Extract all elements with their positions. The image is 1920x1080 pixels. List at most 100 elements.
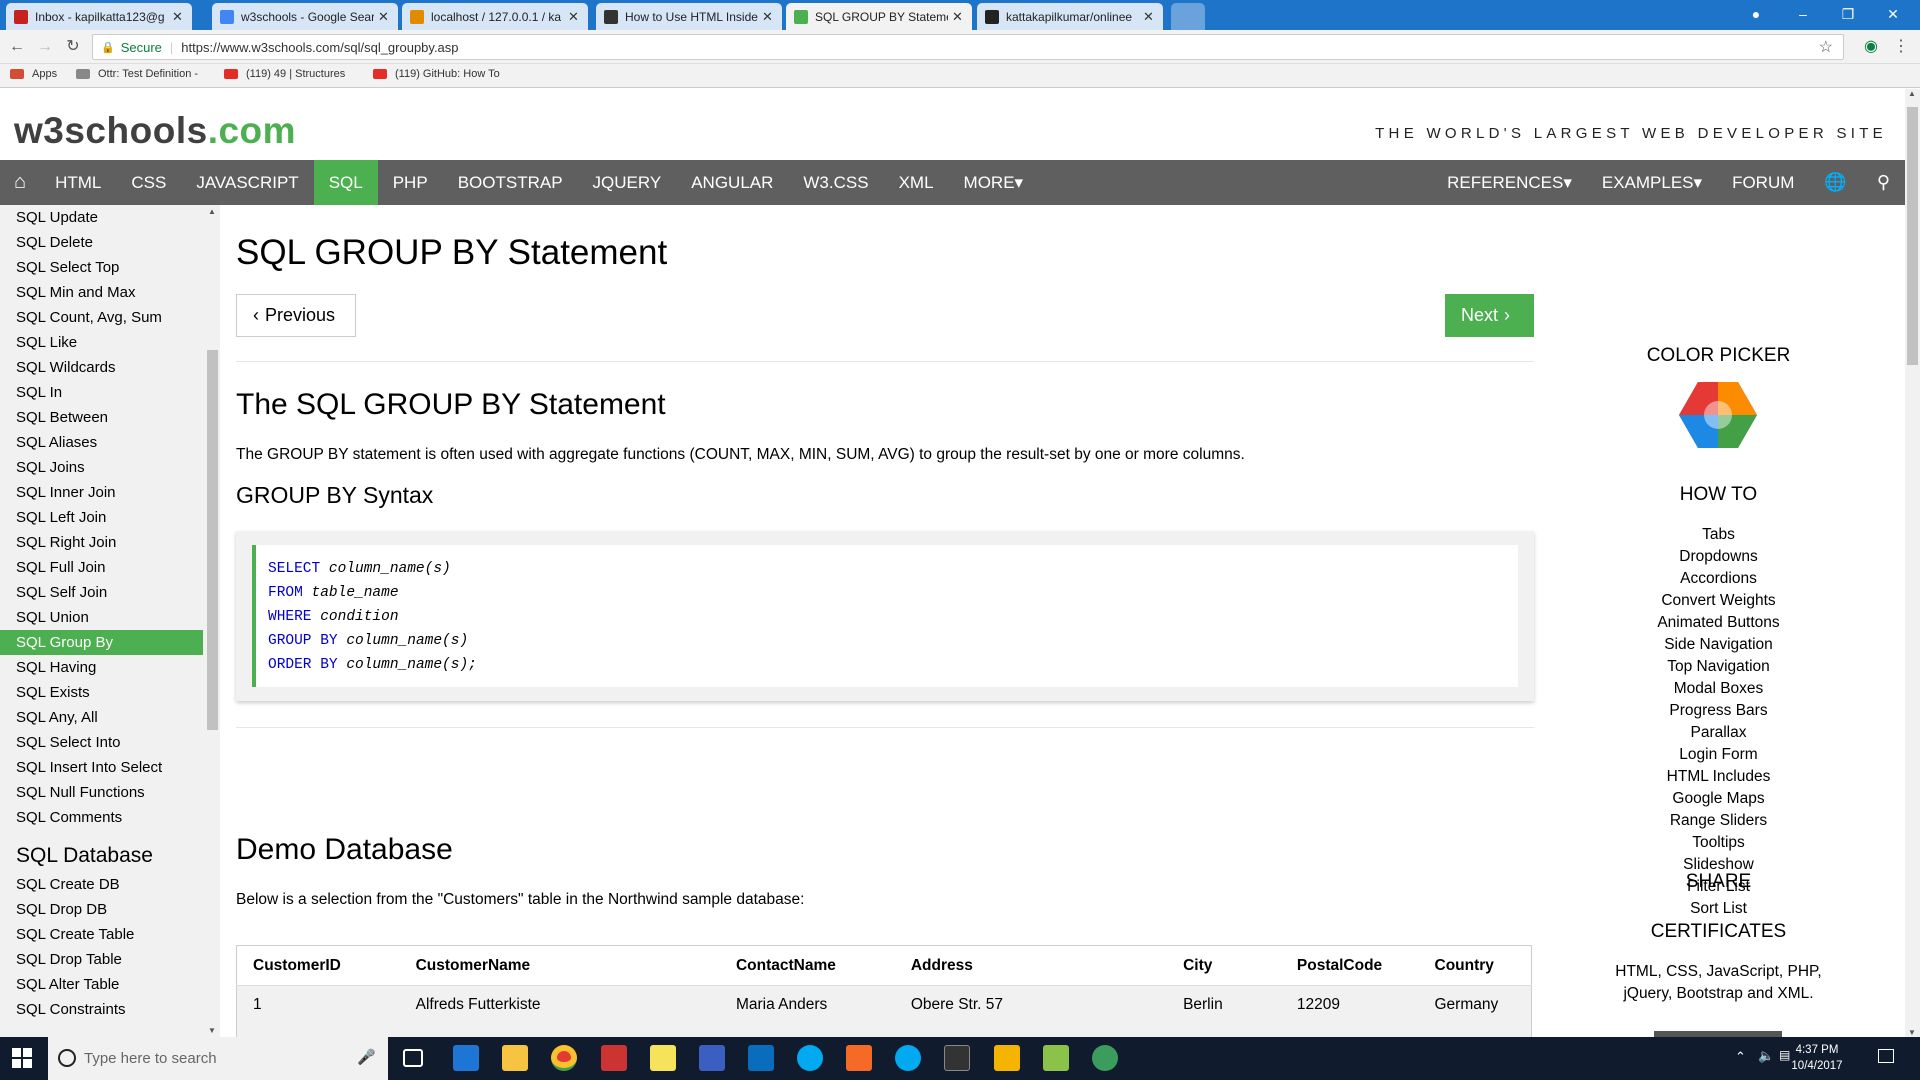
how-to-link[interactable]: Modal Boxes — [1592, 678, 1845, 700]
bookmark-item[interactable]: Apps — [10, 68, 57, 80]
close-tab-icon[interactable]: ✕ — [1143, 9, 1155, 25]
chrome-icon[interactable] — [551, 1045, 577, 1071]
sidebar-item[interactable]: SQL Select Top — [0, 255, 220, 280]
home-icon[interactable]: ⌂ — [0, 160, 40, 205]
sidebar-item[interactable]: SQL Alter Table — [0, 972, 220, 997]
bookmark-item[interactable]: (119) GitHub: How To — [373, 68, 500, 80]
edge-icon[interactable] — [453, 1045, 479, 1071]
previous-button[interactable]: ‹ Previous — [236, 294, 356, 337]
sidebar-item[interactable]: SQL Having — [0, 655, 220, 680]
nav-bootstrap[interactable]: BOOTSTRAP — [443, 160, 578, 205]
w3schools-logo[interactable]: w3schools.com — [14, 110, 296, 152]
how-to-link[interactable]: Sort List — [1592, 898, 1845, 920]
how-to-link[interactable]: Range Sliders — [1592, 810, 1845, 832]
outlook-icon[interactable] — [748, 1045, 774, 1071]
sidebar-item[interactable]: SQL Like — [0, 330, 220, 355]
sidebar-item[interactable]: SQL Select Into — [0, 730, 220, 755]
close-tab-icon[interactable]: ✕ — [172, 9, 184, 25]
clock[interactable]: 4:37 PM 10/4/2017 — [1787, 1042, 1847, 1074]
how-to-link[interactable]: Animated Buttons — [1592, 612, 1845, 634]
restore-icon[interactable]: ❐ — [1828, 2, 1868, 26]
close-tab-icon[interactable]: ✕ — [952, 9, 964, 25]
app-icon[interactable] — [699, 1045, 725, 1071]
how-to-link[interactable]: Tabs — [1592, 524, 1845, 546]
how-to-link[interactable]: Convert Weights — [1592, 590, 1845, 612]
sidebar-item[interactable]: SQL Joins — [0, 455, 220, 480]
globe-icon[interactable]: 🌐 — [1809, 160, 1861, 205]
extension-icon[interactable]: ◉ — [1860, 36, 1882, 58]
nav-references[interactable]: REFERENCES ▾ — [1432, 160, 1587, 205]
minimize-icon[interactable]: – — [1783, 2, 1823, 26]
app-icon[interactable] — [601, 1045, 627, 1071]
how-to-link[interactable]: Side Navigation — [1592, 634, 1845, 656]
task-view-icon[interactable] — [403, 1049, 423, 1067]
close-tab-icon[interactable]: ✕ — [568, 9, 580, 25]
sidebar-item[interactable]: SQL Union — [0, 605, 220, 630]
how-to-link[interactable]: HTML Includes — [1592, 766, 1845, 788]
sidebar-item[interactable]: SQL Comments — [0, 805, 220, 830]
close-window-icon[interactable]: ✕ — [1873, 2, 1913, 26]
action-center-icon[interactable] — [1878, 1049, 1894, 1063]
app-icon[interactable] — [1092, 1045, 1118, 1071]
sidebar-item[interactable]: SQL Count, Avg, Sum — [0, 305, 220, 330]
browser-tab[interactable]: Inbox - kapilkatta123@g ✕ — [6, 3, 192, 30]
close-tab-icon[interactable]: ✕ — [762, 9, 774, 25]
skype-business-icon[interactable] — [895, 1045, 921, 1071]
app-icon[interactable] — [994, 1045, 1020, 1071]
sidebar-item[interactable]: SQL Inner Join — [0, 480, 220, 505]
terminal-icon[interactable] — [944, 1045, 970, 1071]
sidebar-item[interactable]: SQL Constraints — [0, 997, 220, 1022]
sidebar-item[interactable]: SQL Full Join — [0, 555, 220, 580]
nav-javascript[interactable]: JAVASCRIPT — [181, 160, 313, 205]
sidebar-item[interactable]: SQL Wildcards — [0, 355, 220, 380]
sidebar-item[interactable]: SQL Min and Max — [0, 280, 220, 305]
reload-icon[interactable]: ↻ — [62, 36, 84, 58]
how-to-link[interactable]: Tooltips — [1592, 832, 1845, 854]
bookmark-item[interactable]: (119) 49 | Structures — [224, 68, 345, 80]
bookmark-star-icon[interactable]: ☆ — [1819, 37, 1833, 57]
sidebar-item[interactable]: SQL Any, All — [0, 705, 220, 730]
nav-examples[interactable]: EXAMPLES ▾ — [1587, 160, 1717, 205]
volume-icon[interactable]: 🔈 — [1758, 1048, 1774, 1064]
sidebar-item[interactable]: SQL Between — [0, 405, 220, 430]
nav-html[interactable]: HTML — [40, 160, 116, 205]
sidebar-item[interactable]: SQL In — [0, 380, 220, 405]
browser-tab[interactable]: How to Use HTML Inside ✕ — [596, 3, 782, 30]
notepad-icon[interactable] — [1043, 1045, 1069, 1071]
forward-icon[interactable]: → — [34, 36, 56, 58]
sidebar-item[interactable]: SQL Create Table — [0, 922, 220, 947]
how-to-link[interactable]: Progress Bars — [1592, 700, 1845, 722]
nav-php[interactable]: PHP — [378, 160, 443, 205]
xampp-icon[interactable] — [846, 1045, 872, 1071]
microphone-icon[interactable]: 🎤 — [357, 1048, 376, 1066]
sidebar-item[interactable]: SQL Left Join — [0, 505, 220, 530]
nav-xml[interactable]: XML — [884, 160, 949, 205]
browser-tab[interactable]: kattakapilkumar/onlinee ✕ — [977, 3, 1163, 30]
sidebar-item[interactable]: SQL Null Functions — [0, 780, 220, 805]
sidebar-item[interactable]: SQL Update — [0, 205, 220, 230]
color-picker-icon[interactable] — [1678, 380, 1758, 450]
page-scrollbar[interactable]: ▲ ▼ — [1905, 89, 1920, 1037]
nav-angular[interactable]: ANGULAR — [676, 160, 788, 205]
address-bar[interactable]: 🔒 Secure | https://www.w3schools.com/sql… — [92, 34, 1844, 60]
browser-tab[interactable]: localhost / 127.0.0.1 / ka ✕ — [402, 3, 588, 30]
browser-tab[interactable]: w3schools - Google Sear ✕ — [212, 3, 398, 30]
windows-start-icon[interactable] — [12, 1048, 32, 1068]
sidebar-item[interactable]: SQL Drop DB — [0, 897, 220, 922]
bookmark-item[interactable]: Ottr: Test Definition - — [76, 68, 198, 80]
sidebar-item[interactable]: SQL Right Join — [0, 530, 220, 555]
how-to-link[interactable]: Parallax — [1592, 722, 1845, 744]
sidebar-item[interactable]: SQL Drop Table — [0, 947, 220, 972]
browser-tab[interactable]: SQL GROUP BY Statemen ✕ — [786, 3, 972, 30]
nav-css[interactable]: CSS — [116, 160, 181, 205]
profile-icon[interactable]: ● — [1736, 2, 1776, 26]
how-to-link[interactable]: Dropdowns — [1592, 546, 1845, 568]
file-explorer-icon[interactable] — [502, 1045, 528, 1071]
next-button[interactable]: Next › — [1445, 294, 1534, 337]
taskbar-search[interactable]: Type here to search 🎤 — [48, 1037, 388, 1080]
sidebar-item[interactable]: SQL Aliases — [0, 430, 220, 455]
sidebar-item[interactable]: SQL Create DB — [0, 872, 220, 897]
sticky-notes-icon[interactable] — [650, 1045, 676, 1071]
sidebar-item[interactable]: SQL Insert Into Select — [0, 755, 220, 780]
how-to-link[interactable]: Login Form — [1592, 744, 1845, 766]
